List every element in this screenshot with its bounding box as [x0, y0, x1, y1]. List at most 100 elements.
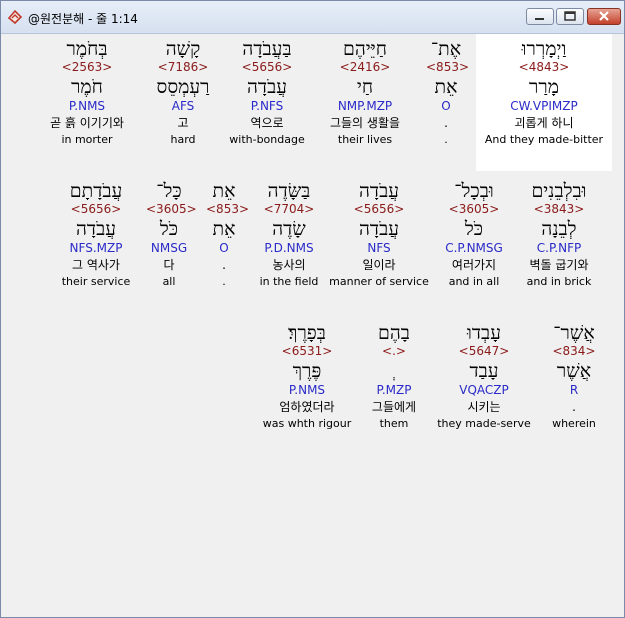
- hebrew-word: וּבִלְבֵנִים: [531, 180, 587, 202]
- word-block[interactable]: וּבְכָל־ <3605> כֹּל C.P.NMSG 여러가지 and in all: [434, 180, 514, 289]
- strong-number: <7186>: [157, 60, 209, 74]
- korean-gloss: 그들의 생활을: [329, 116, 401, 130]
- english-gloss: hard: [170, 133, 196, 146]
- lemma: עָבַד: [469, 360, 499, 382]
- word-block[interactable]: עָבְדוּ <5647> עָבַד VQACZP 시키는 they made-ser…: [429, 322, 539, 431]
- word-block[interactable]: בְּחֹמֶר <2563> חֹמֶר P.NMS 곧 흙 이기기와 in morte…: [32, 38, 142, 147]
- word-block[interactable]: אֲשֶׁר־ <834> אֲשֶׁר R. wherein: [539, 322, 609, 431]
- hebrew-word: כָּל־: [156, 180, 182, 202]
- morphology-code: P.MZP: [376, 383, 412, 397]
- strong-number: <3605>: [146, 202, 197, 216]
- korean-gloss: 벽돌 굽기와: [529, 258, 589, 272]
- morphology-code: P.NMS: [68, 99, 106, 113]
- close-icon: [599, 11, 609, 21]
- title-bar[interactable]: @원전분해 - 줄 1:14: [1, 1, 624, 34]
- word-block[interactable]: בַּשָּׂדֶה <7704> שָׂדֶה P.D.NMS 농사의 in the f…: [244, 180, 334, 289]
- english-gloss: was whth rigour: [262, 417, 352, 430]
- english-gloss: their service: [61, 275, 131, 288]
- korean-gloss: 일이라: [362, 258, 396, 272]
- morphology-code: P.NMS: [288, 383, 326, 397]
- hebrew-word: אֶת־: [430, 38, 462, 60]
- english-gloss: .: [222, 275, 226, 288]
- lemma: שָׂדֶה: [272, 218, 306, 240]
- strong-number: <2416>: [339, 60, 391, 74]
- word-block[interactable]: עֲבֹדָה <5656> עֲבֹדָה NFS 일이라 manner of serv…: [324, 180, 434, 289]
- strong-number: <4843>: [518, 60, 570, 74]
- word-block[interactable]: חַיֵּיהֶם <2416> חַי NMP.MZP 그들의 생활을 their li…: [310, 38, 420, 147]
- word-block[interactable]: אֶת־ <853> אֵת O..: [426, 38, 469, 147]
- morphology-code: P.D.NMS: [264, 241, 314, 255]
- app-window: @원전분해 - 줄 1:14 וַיְמָרְרוּ <4843> מָרַר CW.…: [0, 0, 625, 618]
- hebrew-word: עָבְדוּ: [467, 322, 501, 344]
- hebrew-word: קָשָׁה: [165, 38, 201, 60]
- english-gloss: .: [444, 133, 448, 146]
- word-block[interactable]: בַּעֲבֹדָה <5656> עֲבֹדָה P.NFS 역으로 with-bond…: [222, 38, 312, 147]
- morphology-code: O: [219, 241, 229, 255]
- korean-gloss: 역으로: [250, 116, 284, 130]
- interlinear-view[interactable]: וַיְמָרְרוּ <4843> מָרַר CW.VPIMZP 괴롭게 하니 And…: [3, 34, 622, 614]
- korean-gloss: 곧 흙 이기기와: [50, 116, 124, 130]
- hebrew-word: עֲבֹדָה: [359, 180, 399, 202]
- lemma: אֵת: [434, 76, 458, 98]
- strong-number: <5647>: [458, 344, 510, 358]
- morphology-code: VQACZP: [459, 383, 509, 397]
- hebrew-word: וַיְמָרְרוּ: [521, 38, 567, 60]
- morphology-code: P.NFS: [250, 99, 284, 113]
- morphology-code: NMSG: [150, 241, 188, 255]
- english-gloss: their lives: [337, 133, 393, 146]
- word-block[interactable]: קָשָׁה <7186> רַעְמְסֵס AFS 고 hard: [153, 38, 213, 147]
- lemma: חֹמֶר: [71, 76, 103, 98]
- english-gloss: with-bondage: [229, 133, 305, 146]
- english-gloss: and in brick: [526, 275, 592, 288]
- hebrew-word: אֲשֶׁר־: [553, 322, 595, 344]
- korean-gloss: 그 역사가: [72, 258, 120, 272]
- english-gloss: them: [379, 417, 409, 430]
- english-gloss: manner of service: [329, 275, 429, 288]
- word-block[interactable]: בְּפָרֶךְ׃ <6531> פֶּרֶךְ P.NMS 엄하였더라 was wht…: [252, 322, 362, 431]
- lemma: לְבֵנָה: [541, 218, 577, 240]
- minimize-button[interactable]: [526, 8, 554, 25]
- close-button[interactable]: [587, 8, 621, 25]
- word-block[interactable]: וַיְמָרְרוּ <4843> מָרַר CW.VPIMZP 괴롭게 하니 And…: [479, 38, 609, 147]
- word-block[interactable]: עֲבֹדָתָם <5656> עֲבֹדָה NFS.MZP 그 역사가 their …: [46, 180, 146, 289]
- morphology-code: R: [569, 383, 579, 397]
- korean-gloss: .: [222, 258, 226, 272]
- morphology-code: C.P.NMSG: [445, 241, 503, 255]
- strong-number: <2563>: [61, 60, 113, 74]
- word-block[interactable]: כָּל־ <3605> כֹּל NMSG 다 all: [146, 180, 197, 289]
- english-gloss: all: [162, 275, 176, 288]
- hebrew-word: עֲבֹדָתָם: [69, 180, 123, 202]
- lemma: אֵת: [212, 218, 236, 240]
- morphology-code: NFS.MZP: [69, 241, 123, 255]
- strong-number: <834>: [552, 344, 596, 358]
- korean-gloss: 농사의: [272, 258, 306, 272]
- hebrew-word: בְּחֹמֶר: [66, 38, 108, 60]
- korean-gloss: 다: [163, 258, 175, 272]
- english-gloss: And they made-bitter: [484, 133, 604, 146]
- hebrew-word: בַּעֲבֹדָה: [242, 38, 292, 60]
- strong-number: <853>: [206, 202, 250, 216]
- morphology-code: AFS: [171, 99, 195, 113]
- minimize-icon: [535, 18, 544, 20]
- hebrew-word: וּבְכָל־: [454, 180, 494, 202]
- lemma: מָרַר: [529, 76, 559, 98]
- word-block[interactable]: וּבִלְבֵנִים <3843> לְבֵנָה C.P.NFP 벽돌 굽기와 an…: [514, 180, 604, 289]
- korean-gloss: 그들에게: [371, 400, 417, 414]
- maximize-icon: [564, 11, 576, 21]
- morphology-code: CW.VPIMZP: [510, 99, 578, 113]
- word-block[interactable]: בָהֶם<.>ְP.MZP 그들에게 them: [354, 322, 434, 431]
- english-gloss: they made-serve: [437, 417, 531, 430]
- window-title: @원전분해 - 줄 1:14: [28, 12, 138, 26]
- lemma: כֹּל: [159, 218, 179, 240]
- morphology-code: C.P.NFP: [536, 241, 582, 255]
- word-block[interactable]: אֵת <853> אֵת O..: [206, 180, 250, 289]
- lemma: ְ: [354, 360, 434, 383]
- english-gloss: in the field: [259, 275, 319, 288]
- bible-app-icon: [7, 9, 23, 25]
- strong-number: <3843>: [533, 202, 585, 216]
- morphology-code: O: [441, 99, 451, 113]
- strong-number: <7704>: [263, 202, 315, 216]
- maximize-button[interactable]: [556, 8, 584, 25]
- korean-gloss: .: [444, 116, 448, 130]
- morphology-code: NMP.MZP: [337, 99, 393, 113]
